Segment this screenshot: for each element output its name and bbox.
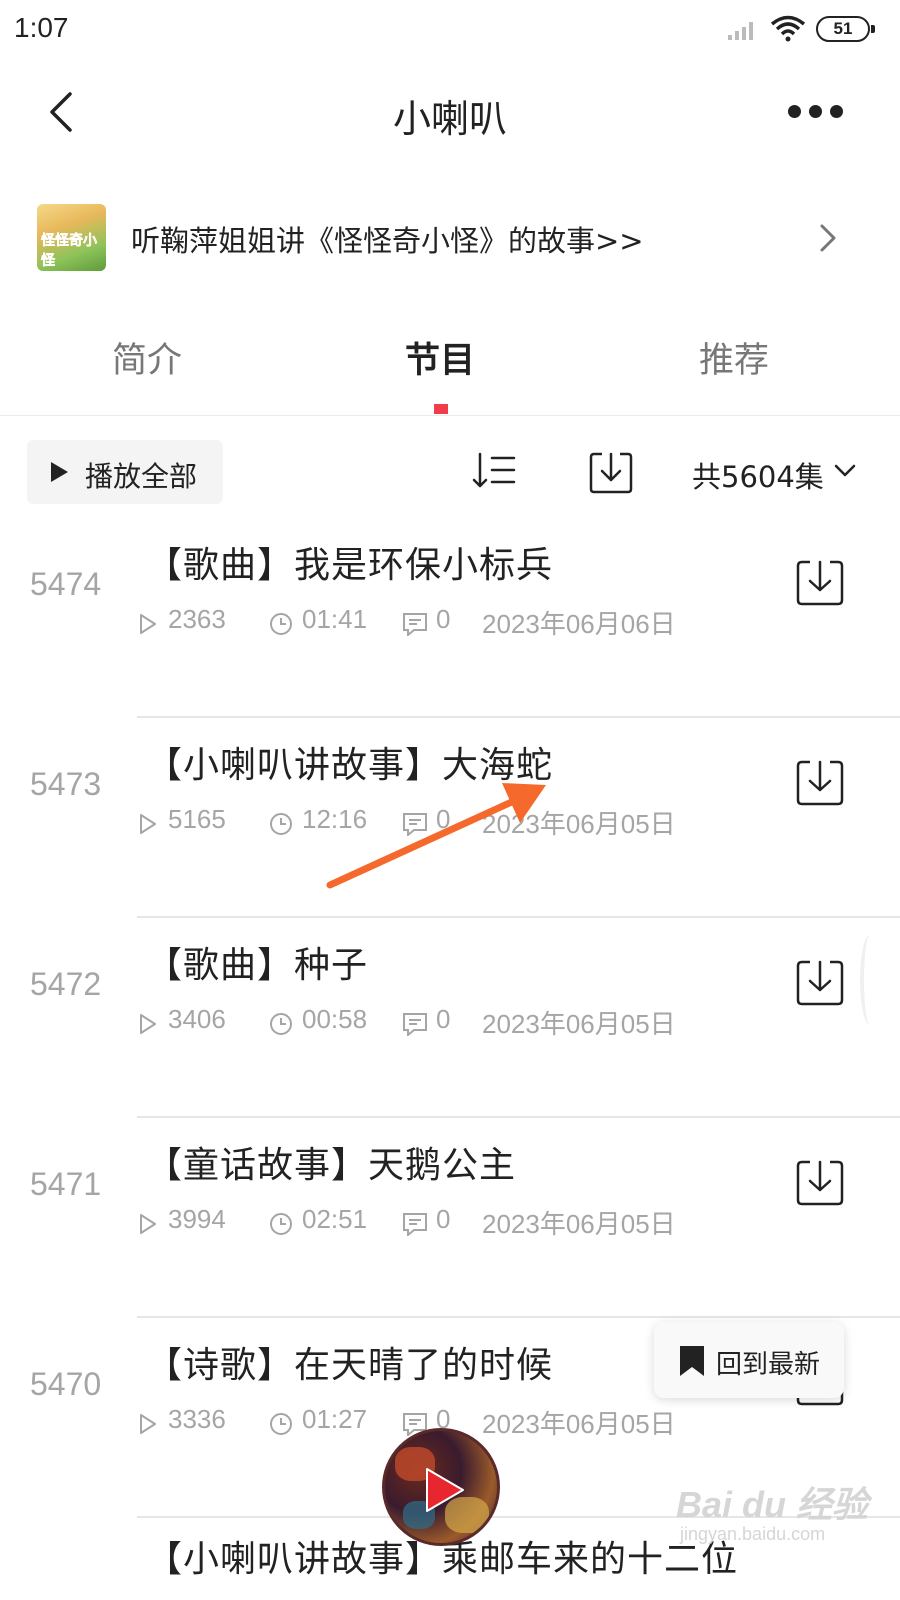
- more-icon: [788, 105, 801, 118]
- tab-indicator: [434, 404, 448, 414]
- clock-icon: [270, 813, 292, 835]
- play-count: 3406: [168, 1004, 226, 1034]
- play-all-button[interactable]: 播放全部: [27, 440, 223, 504]
- episode-number: 5470: [30, 1366, 102, 1402]
- episode-row[interactable]: 5472 【歌曲】种子 3406 00:58 0 2023年06月05日: [0, 918, 900, 1118]
- banner-text: 听鞠萍姐姐讲《怪怪奇小怪》的故事>>: [131, 224, 644, 258]
- clock-icon: [270, 613, 292, 635]
- bookmark-icon: [680, 1346, 704, 1376]
- duration: 12:16: [302, 804, 368, 834]
- comment-icon: [403, 613, 427, 636]
- play-count: 3994: [168, 1204, 226, 1234]
- back-to-latest-label: 回到最新: [716, 1350, 821, 1380]
- duration: 01:27: [302, 1404, 368, 1434]
- wifi-icon: [770, 15, 806, 42]
- play-count: 3336: [168, 1404, 226, 1434]
- sort-icon[interactable]: [470, 448, 518, 494]
- comment-count: 0: [436, 604, 451, 634]
- comment-icon: [403, 1213, 427, 1236]
- more-button[interactable]: [784, 98, 848, 128]
- play-count-icon: [140, 814, 156, 834]
- episode-count[interactable]: 共5604集: [692, 454, 824, 496]
- duration: 02:51: [302, 1204, 368, 1234]
- download-icon[interactable]: [588, 450, 634, 496]
- banner-thumb-text: 怪怪奇小怪: [41, 233, 98, 270]
- tab-bar: 简介 节目 推荐: [0, 320, 900, 416]
- play-count-icon: [140, 1414, 156, 1434]
- download-icon[interactable]: [795, 558, 845, 608]
- download-icon[interactable]: [795, 758, 845, 808]
- duration: 01:41: [302, 604, 368, 634]
- play-count-icon: [140, 614, 156, 634]
- episode-number: 5471: [30, 1166, 102, 1202]
- publish-date: 2023年06月05日: [482, 1409, 676, 1439]
- comment-count: 0: [436, 1004, 451, 1034]
- episode-title[interactable]: 【小喇叭讲故事】大海蛇: [146, 736, 553, 788]
- play-count-icon: [140, 1014, 156, 1034]
- play-count: 2363: [168, 604, 226, 634]
- episode-title[interactable]: 【歌曲】我是环保小标兵: [146, 536, 553, 588]
- episode-title[interactable]: 【童话故事】天鹅公主: [146, 1136, 516, 1188]
- tab-recommend[interactable]: 推荐: [634, 332, 834, 383]
- download-icon[interactable]: [795, 1158, 845, 1208]
- episode-row[interactable]: 5474 【歌曲】我是环保小标兵 2363 01:41 0 2023年06月06…: [0, 518, 900, 718]
- watermark-sub: jingyan.baidu.com: [680, 1524, 826, 1544]
- back-to-latest-button[interactable]: 回到最新: [654, 1322, 844, 1398]
- chevron-right-icon: [820, 224, 836, 252]
- publish-date: 2023年06月06日: [482, 609, 676, 639]
- comment-icon: [403, 1013, 427, 1036]
- episode-number: 5472: [30, 966, 102, 1002]
- download-icon[interactable]: [795, 958, 845, 1008]
- tab-programs[interactable]: 节目: [340, 332, 540, 383]
- page-title: 小喇叭: [392, 97, 507, 141]
- episode-title[interactable]: 【歌曲】种子: [146, 936, 368, 988]
- play-count: 5165: [168, 804, 226, 834]
- play-icon: [51, 462, 68, 482]
- publish-date: 2023年06月05日: [482, 1209, 676, 1239]
- episode-row[interactable]: 5471 【童话故事】天鹅公主 3994 02:51 0 2023年06月05日: [0, 1118, 900, 1318]
- episode-number: 5473: [30, 766, 102, 802]
- comment-count: 0: [436, 804, 451, 834]
- clock-icon: [270, 1013, 292, 1035]
- tab-intro[interactable]: 简介: [47, 332, 247, 383]
- play-count-icon: [140, 1214, 156, 1234]
- clock-icon: [270, 1213, 292, 1235]
- banner-thumbnail: 怪怪奇小怪: [37, 204, 106, 271]
- play-icon[interactable]: [423, 1465, 467, 1515]
- publish-date: 2023年06月05日: [482, 1009, 676, 1039]
- episode-title[interactable]: 【诗歌】在天晴了的时候: [146, 1336, 553, 1388]
- comment-count: 0: [436, 1204, 451, 1234]
- comment-icon: [403, 813, 427, 836]
- status-bar: 1:07 51: [0, 0, 900, 62]
- watermark-main: Bai du 经验: [676, 1484, 869, 1525]
- scroll-handle[interactable]: [860, 935, 880, 1025]
- play-all-label: 播放全部: [85, 460, 198, 493]
- status-time: 1:07: [14, 12, 69, 43]
- battery-indicator: 51: [816, 16, 875, 42]
- clock-icon: [270, 1413, 292, 1435]
- chevron-down-icon[interactable]: [834, 464, 856, 478]
- episode-number: 5474: [30, 566, 102, 602]
- mini-player[interactable]: [382, 1428, 500, 1546]
- watermark: Bai du 经验 jingyan.baidu.com: [676, 1476, 876, 1556]
- promo-banner[interactable]: 怪怪奇小怪 听鞠萍姐姐讲《怪怪奇小怪》的故事>>: [0, 192, 900, 288]
- signal-icon: [728, 22, 753, 40]
- publish-date: 2023年06月05日: [482, 809, 676, 839]
- episode-row[interactable]: 5473 【小喇叭讲故事】大海蛇 5165 12:16 0 2023年06月05…: [0, 718, 900, 918]
- duration: 00:58: [302, 1004, 368, 1034]
